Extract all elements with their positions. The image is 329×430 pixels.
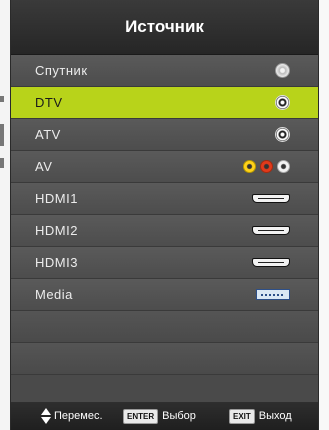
source-item-label: ATV [35, 127, 61, 142]
background-right [319, 0, 329, 430]
rca-composite-icon [239, 157, 290, 176]
hdmi-port-icon [252, 194, 290, 203]
menu-title: Источник [11, 0, 318, 55]
background-mark [0, 158, 4, 168]
source-menu-panel: Источник Спутник DTV ATV AV HDMI1 HDMI2 … [10, 0, 319, 430]
help-enter: ENTER Выбор [123, 402, 196, 430]
source-item-label: AV [35, 159, 53, 174]
up-down-arrows-icon [41, 408, 51, 424]
satellite-input-icon [275, 63, 290, 78]
help-exit: EXIT Выход [229, 402, 292, 430]
source-item-hdmi1[interactable]: HDMI1 [11, 183, 318, 215]
source-item-dtv[interactable]: DTV [11, 87, 318, 119]
source-list: Спутник DTV ATV AV HDMI1 HDMI2 HDMI3 Med… [11, 55, 318, 375]
hdmi-port-icon [252, 226, 290, 235]
exit-key-icon: EXIT [229, 408, 255, 424]
source-item-label: Спутник [35, 63, 88, 78]
antenna-input-icon [275, 95, 290, 110]
source-item-label: HDMI3 [35, 255, 78, 270]
background-left [0, 0, 10, 430]
source-item-label: DTV [35, 95, 63, 110]
source-item-label: HDMI1 [35, 191, 78, 206]
hdmi-port-icon [252, 258, 290, 267]
background-mark [0, 124, 4, 146]
usb-port-icon [256, 289, 290, 300]
background-mark [0, 96, 4, 102]
antenna-input-icon [275, 127, 290, 142]
source-item-hdmi3[interactable]: HDMI3 [11, 247, 318, 279]
empty-row [11, 343, 318, 375]
rca-red-icon [260, 160, 273, 173]
source-item-av[interactable]: AV [11, 151, 318, 183]
help-move: Перемес. [41, 402, 103, 430]
rca-white-icon [277, 160, 290, 173]
source-item-media[interactable]: Media [11, 279, 318, 311]
help-enter-label: Выбор [162, 410, 196, 422]
source-item-label: Media [35, 287, 73, 302]
empty-row [11, 311, 318, 343]
source-item-hdmi2[interactable]: HDMI2 [11, 215, 318, 247]
help-exit-label: Выход [258, 410, 292, 422]
source-item-satellite[interactable]: Спутник [11, 55, 318, 87]
help-move-label: Перемес. [54, 410, 103, 422]
rca-yellow-icon [243, 160, 256, 173]
source-item-label: HDMI2 [35, 223, 78, 238]
source-item-atv[interactable]: ATV [11, 119, 318, 151]
enter-key-icon: ENTER [123, 408, 159, 424]
help-bar: Перемес. ENTER Выбор EXIT Выход [11, 402, 318, 430]
